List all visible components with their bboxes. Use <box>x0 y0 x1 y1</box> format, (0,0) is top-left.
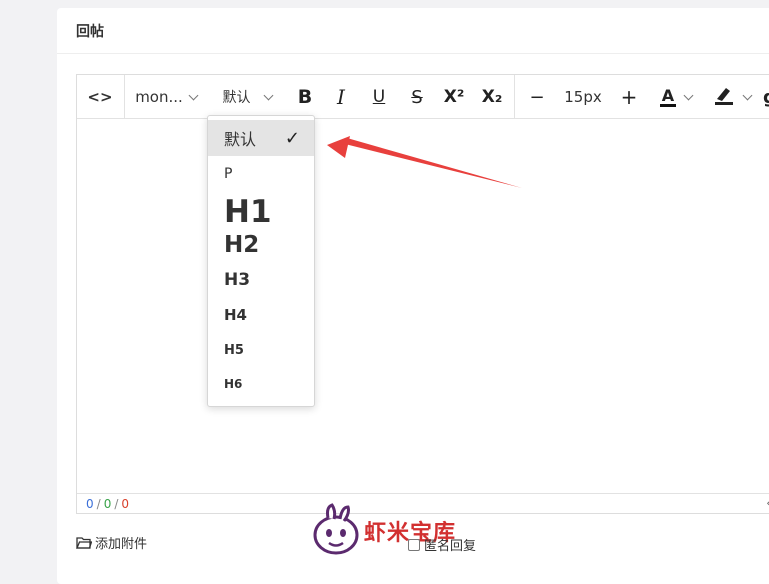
mascot-logo-icon <box>312 503 360 559</box>
attach-file-button[interactable]: 添加附件 <box>76 533 147 552</box>
anonymous-checkbox[interactable] <box>408 538 420 551</box>
anonymous-reply-toggle[interactable]: 匿名回复 <box>408 535 476 554</box>
annotation-arrow-icon <box>327 136 522 188</box>
anonymous-label: 匿名回复 <box>424 539 477 554</box>
attach-label: 添加附件 <box>95 537 148 552</box>
folder-icon <box>76 536 92 549</box>
